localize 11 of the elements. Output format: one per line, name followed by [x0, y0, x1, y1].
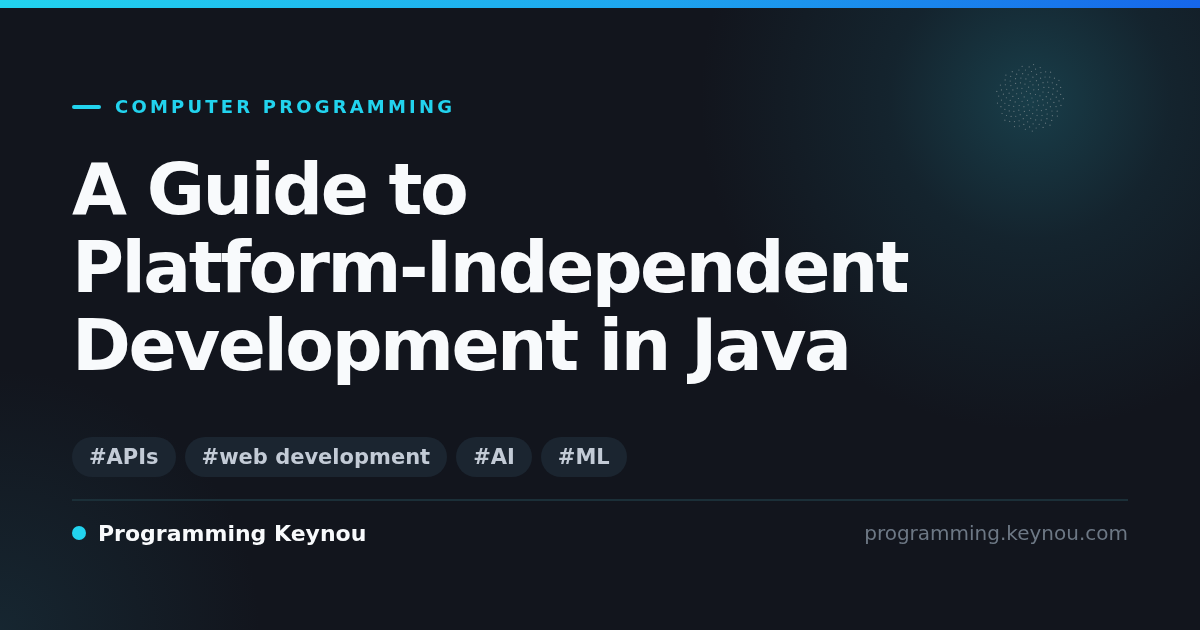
status-dot-icon: [72, 526, 86, 540]
site-url: programming.keynou.com: [864, 521, 1128, 545]
tag-chip: #AI: [456, 437, 532, 477]
tag-chip: #APIs: [72, 437, 176, 477]
tag-chip: #ML: [540, 437, 627, 477]
tag-chip: #web development: [184, 437, 448, 477]
category-label: COMPUTER PROGRAMMING: [115, 95, 456, 119]
dash-icon: [72, 105, 101, 109]
brand-name: Programming Keynou: [98, 520, 367, 546]
article-title: A Guide to Platform-Independent Development in Java: [72, 151, 908, 385]
dot-pattern-drawing: [995, 63, 1065, 133]
